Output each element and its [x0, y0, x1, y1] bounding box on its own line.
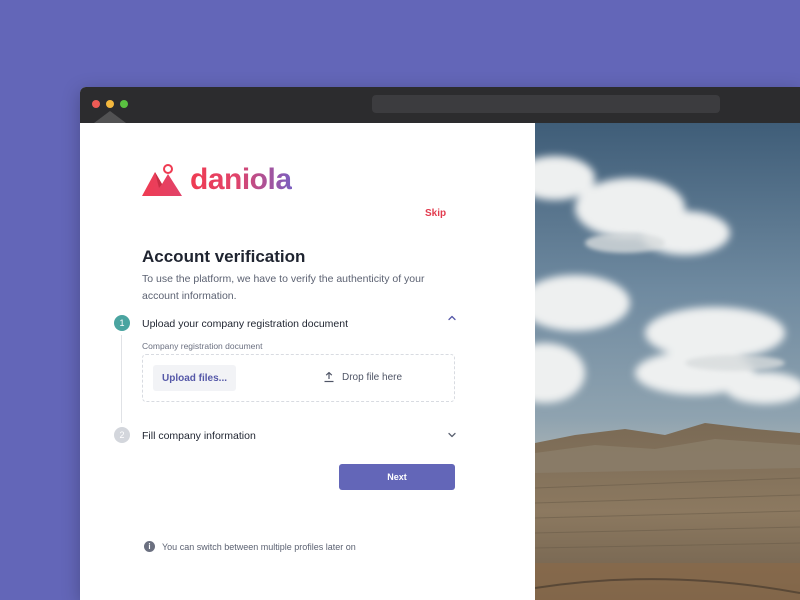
drop-file-area[interactable]: Drop file here — [323, 371, 402, 383]
maximize-window-dot[interactable] — [120, 100, 128, 108]
brand-name: daniola — [190, 163, 292, 196]
upload-icon — [324, 371, 334, 383]
mine-landscape-image — [535, 123, 800, 600]
browser-titlebar — [80, 87, 800, 123]
info-text: You can switch between multiple profiles… — [162, 541, 356, 552]
step-2-indicator: 2 — [114, 427, 130, 443]
file-dropzone[interactable]: Upload files... Drop file here — [142, 354, 455, 402]
chevron-down-icon[interactable] — [446, 429, 458, 441]
step-connector — [121, 335, 122, 423]
browser-window: daniola Skip Account verification To use… — [80, 87, 800, 600]
brand-logo: daniola — [142, 163, 292, 197]
upload-field-label: Company registration document — [142, 341, 263, 351]
upload-files-button[interactable]: Upload files... — [153, 365, 236, 391]
landscape-photo — [535, 123, 800, 600]
minimize-window-dot[interactable] — [106, 100, 114, 108]
profile-info-note: i You can switch between multiple profil… — [144, 541, 356, 552]
tab-indicator — [94, 111, 126, 123]
page-title: Account verification — [142, 247, 306, 266]
next-button[interactable]: Next — [339, 464, 455, 490]
step-1-title[interactable]: Upload your company registration documen… — [142, 318, 348, 330]
mountain-logo-icon — [142, 164, 182, 196]
drop-file-label: Drop file here — [342, 371, 403, 383]
address-bar[interactable] — [372, 95, 720, 113]
close-window-dot[interactable] — [92, 100, 100, 108]
step-1-indicator: 1 — [114, 315, 130, 331]
page-content: daniola Skip Account verification To use… — [80, 123, 800, 600]
verification-panel: daniola Skip Account verification To use… — [80, 123, 535, 600]
page-subtitle: To use the platform, we have to verify t… — [142, 273, 425, 302]
info-icon: i — [144, 541, 155, 552]
step-2-title[interactable]: Fill company information — [142, 430, 256, 442]
skip-link[interactable]: Skip — [425, 208, 446, 219]
chevron-up-icon[interactable] — [446, 312, 458, 324]
